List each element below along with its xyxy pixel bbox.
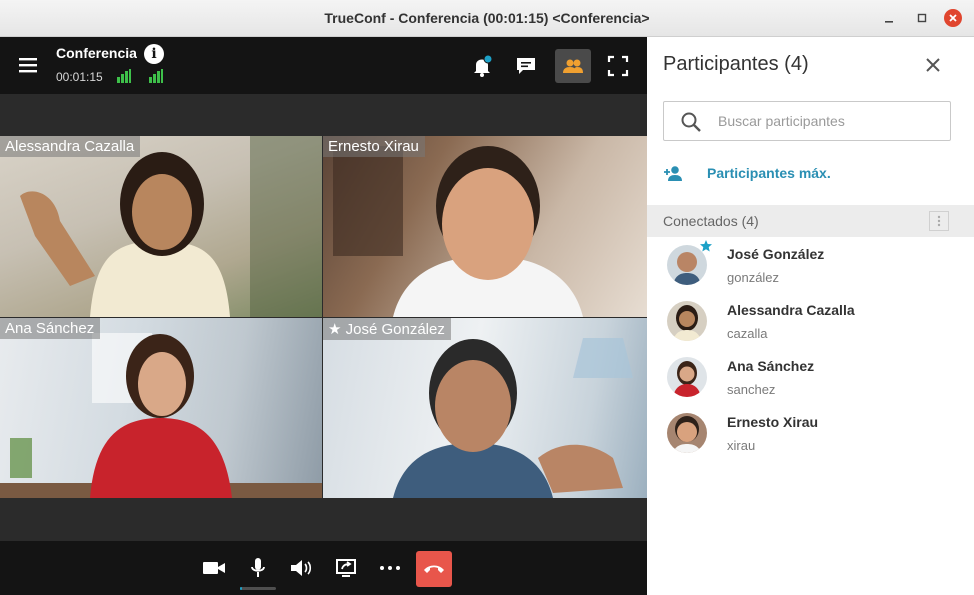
video-tile[interactable]: ★ José González [323,318,647,498]
window-title: TrueConf - Conferencia (00:01:15) <Confe… [324,10,650,26]
max-participants-link[interactable]: Participantes máx. [663,163,831,183]
menu-button[interactable] [16,54,40,76]
maximize-icon [917,13,927,23]
minimize-button[interactable] [880,9,898,27]
search-input[interactable] [718,110,938,132]
participant-video [393,338,633,498]
microphone-button[interactable] [243,553,273,583]
mic-level-meter [240,587,276,590]
people-icon [563,59,583,73]
conference-name: Conferencia [56,45,137,61]
info-icon[interactable]: i [144,44,164,64]
signal-strength-icon [149,69,163,83]
screen-share-icon [336,559,356,577]
fullscreen-button[interactable] [600,49,636,83]
mic-level-fill [240,587,243,590]
participant-item[interactable]: José González gonzález [647,237,974,293]
avatar-image [667,413,707,453]
video-tile[interactable]: Ana Sánchez [0,318,322,498]
participant-item[interactable]: Ana Sánchez sanchez [647,349,974,405]
participant-name: José González [727,246,825,262]
video-grid: Alessandra Cazalla Ernesto Xirau Ana Sán… [0,136,647,498]
camera-icon [203,562,225,574]
more-icon [380,566,400,570]
section-menu-button[interactable] [929,211,949,231]
close-icon [926,58,940,72]
bell-icon [474,54,493,77]
notifications-button[interactable] [464,49,500,83]
close-panel-button[interactable] [923,55,943,75]
hang-up-icon [424,565,444,573]
tile-name: Ana Sánchez [0,318,101,339]
video-tile[interactable]: Ernesto Xirau [323,136,647,317]
participants-panel: Participantes (4) Participantes máx. Con… [647,37,974,595]
add-user-icon [664,166,682,181]
chat-button[interactable] [508,49,544,83]
avatar [667,357,707,397]
max-participants-label: Participantes máx. [707,165,831,181]
share-screen-button[interactable] [331,553,361,583]
speaker-button[interactable] [286,553,316,583]
search-icon [681,112,701,132]
conference-toolbar: Conferencia i 00:01:15 [0,37,647,94]
participants-button[interactable] [555,49,591,83]
participant-name: Alessandra Cazalla [727,302,855,318]
participant-video [0,333,322,498]
conference-area: Conferencia i 00:01:15 Alessandra Cazall… [0,37,647,595]
participant-login: sanchez [727,382,776,397]
participant-video [20,136,322,317]
participant-name: Ana Sánchez [727,358,815,374]
minimize-icon [885,21,893,23]
speaker-icon [291,560,312,576]
hang-up-button[interactable] [416,551,452,587]
participant-list: José González gonzález Alessandra Cazall… [647,237,974,461]
kebab-icon [937,215,941,227]
participant-name: Ernesto Xirau [727,414,819,430]
avatar-image [667,301,707,341]
tile-name: Alessandra Cazalla [0,136,141,157]
participant-item[interactable]: Ernesto Xirau xirau [647,405,974,461]
avatar-image [667,357,707,397]
call-controls [0,541,647,595]
signal-strength-icon [117,69,131,83]
hamburger-icon [19,58,37,73]
close-window-button[interactable] [944,9,962,27]
video-tile[interactable]: Alessandra Cazalla [0,136,322,317]
participant-search[interactable] [663,101,951,141]
chat-icon [517,58,535,74]
connected-section-header: Conectados (4) [647,205,974,237]
avatar [667,301,707,341]
window-titlebar: TrueConf - Conferencia (00:01:15) <Confe… [0,0,974,37]
microphone-icon [251,558,265,577]
owner-star-icon [700,240,712,252]
tile-name: Ernesto Xirau [323,136,425,157]
fullscreen-icon [607,55,629,77]
connected-label: Conectados (4) [663,213,759,229]
participant-login: gonzález [727,270,780,285]
participant-video [333,146,583,317]
more-options-button[interactable] [375,553,405,583]
camera-button[interactable] [199,553,229,583]
close-icon [949,14,957,22]
tile-name: ★ José González [323,318,451,340]
participant-login: cazalla [727,326,768,341]
maximize-button[interactable] [913,9,931,27]
conference-timer: 00:01:15 [56,70,103,84]
avatar [667,413,707,453]
participant-item[interactable]: Alessandra Cazalla cazalla [647,293,974,349]
participant-login: xirau [727,438,756,453]
panel-title: Participantes (4) [663,53,809,75]
